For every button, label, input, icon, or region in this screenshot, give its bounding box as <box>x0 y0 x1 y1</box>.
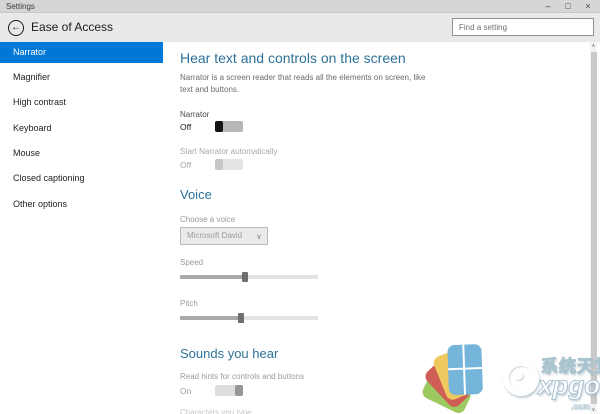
read-hints-state: On <box>180 386 191 396</box>
voice-dropdown-value: Microsoft David <box>187 231 242 240</box>
read-hints-toggle-knob <box>235 385 243 396</box>
minimize-button[interactable]: – <box>538 0 558 13</box>
back-button[interactable]: ← <box>8 20 24 36</box>
scrollbar-thumb[interactable] <box>591 52 597 404</box>
scroll-down-icon[interactable]: ∨ <box>590 407 597 413</box>
close-button[interactable]: × <box>578 0 598 13</box>
sidebar-item-mouse[interactable]: Mouse <box>0 143 163 164</box>
maximize-button[interactable]: □ <box>558 0 578 13</box>
section-heading-hear: Hear text and controls on the screen <box>180 50 406 66</box>
pitch-slider-fill <box>180 316 241 320</box>
voice-dropdown[interactable]: Microsoft David ∨ <box>180 227 268 245</box>
speed-slider-fill <box>180 275 245 279</box>
autostart-toggle-knob <box>215 159 223 170</box>
section-heading-voice: Voice <box>180 187 212 202</box>
section-heading-sounds: Sounds you hear <box>180 346 278 361</box>
choose-voice-label: Choose a voice <box>180 215 235 224</box>
autostart-toggle <box>215 159 243 170</box>
sidebar: Narrator Magnifier High contrast Keyboar… <box>0 42 163 414</box>
sidebar-item-magnifier[interactable]: Magnifier <box>0 67 163 88</box>
main-content: Hear text and controls on the screen Nar… <box>180 42 580 414</box>
narrator-toggle-knob <box>215 121 223 132</box>
sidebar-item-closed-captioning[interactable]: Closed captioning <box>0 168 163 189</box>
characters-you-type-label: Characters you type <box>180 408 252 414</box>
read-hints-label: Read hints for controls and buttons <box>180 372 304 381</box>
read-hints-toggle <box>215 385 243 396</box>
pitch-slider-thumb[interactable] <box>238 313 244 323</box>
search-input[interactable] <box>452 18 594 36</box>
narrator-state: Off <box>180 122 191 132</box>
sidebar-item-keyboard[interactable]: Keyboard <box>0 118 163 139</box>
back-icon: ← <box>11 22 21 33</box>
page-title: Ease of Access <box>31 20 113 34</box>
scroll-up-icon[interactable]: ∧ <box>590 43 597 49</box>
window-title: Settings <box>6 2 35 11</box>
narrator-toggle[interactable] <box>215 121 243 132</box>
narrator-label: Narrator <box>180 110 209 119</box>
scrollbar[interactable]: ∧ ∨ <box>590 42 597 414</box>
speed-slider-thumb[interactable] <box>242 272 248 282</box>
speed-label: Speed <box>180 258 203 267</box>
settings-window: Settings – □ × ← Ease of Access Narrator… <box>0 0 600 414</box>
speed-slider[interactable] <box>180 275 318 279</box>
titlebar: Settings – □ × <box>0 0 600 13</box>
narrator-description: Narrator is a screen reader that reads a… <box>180 72 438 95</box>
window-controls: – □ × <box>538 0 598 13</box>
page-header: ← Ease of Access <box>0 13 600 42</box>
pitch-slider[interactable] <box>180 316 318 320</box>
sidebar-item-other-options[interactable]: Other options <box>0 194 163 215</box>
autostart-label: Start Narrator automatically <box>180 147 277 156</box>
sidebar-item-high-contrast[interactable]: High contrast <box>0 92 163 113</box>
sidebar-item-narrator[interactable]: Narrator <box>0 42 163 63</box>
autostart-state: Off <box>180 160 191 170</box>
chevron-down-icon: ∨ <box>256 229 262 245</box>
pitch-label: Pitch <box>180 299 198 308</box>
